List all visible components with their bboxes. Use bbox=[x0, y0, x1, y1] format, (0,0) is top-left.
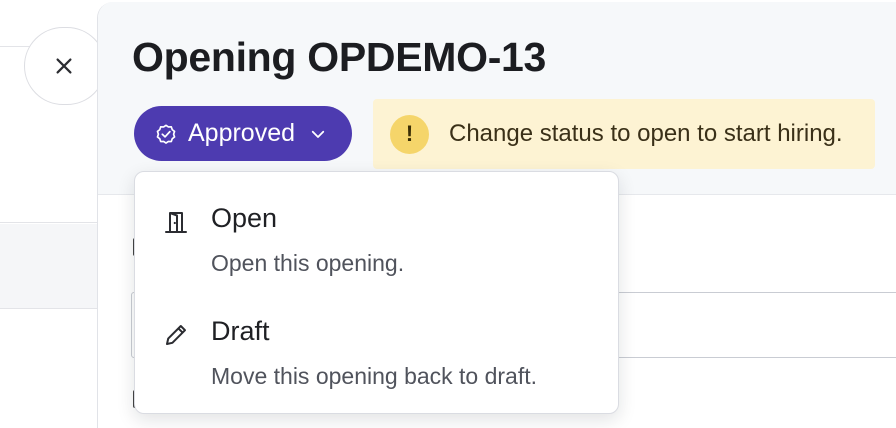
status-menu: Open Open this opening. Draft Move this … bbox=[134, 171, 619, 414]
status-warning-banner: ! Change status to open to start hiring. bbox=[373, 99, 875, 169]
menu-item-title: Draft bbox=[211, 316, 270, 346]
menu-item-draft[interactable]: Draft Move this opening back to draft. bbox=[135, 287, 620, 399]
pencil-icon bbox=[166, 325, 186, 345]
menu-item-description: Open this opening. bbox=[211, 250, 405, 276]
page-title: Opening OPDEMO-13 bbox=[132, 34, 547, 80]
page: Opening OPDEMO-13 Approved ! Change stat… bbox=[0, 0, 896, 428]
status-dropdown-button[interactable]: Approved bbox=[134, 106, 352, 161]
menu-item-description: Move this opening back to draft. bbox=[211, 363, 538, 389]
menu-item-open[interactable]: Open Open this opening. bbox=[135, 174, 620, 286]
chevron-down-icon bbox=[311, 130, 325, 138]
warning-icon: ! bbox=[390, 114, 429, 154]
status-label: Approved bbox=[188, 119, 296, 147]
menu-item-title: Open bbox=[211, 203, 278, 233]
close-icon bbox=[56, 58, 72, 74]
close-button[interactable] bbox=[24, 27, 106, 105]
door-icon bbox=[165, 212, 187, 233]
warning-text: Change status to open to start hiring. bbox=[449, 120, 843, 147]
check-circle-icon bbox=[156, 123, 176, 144]
